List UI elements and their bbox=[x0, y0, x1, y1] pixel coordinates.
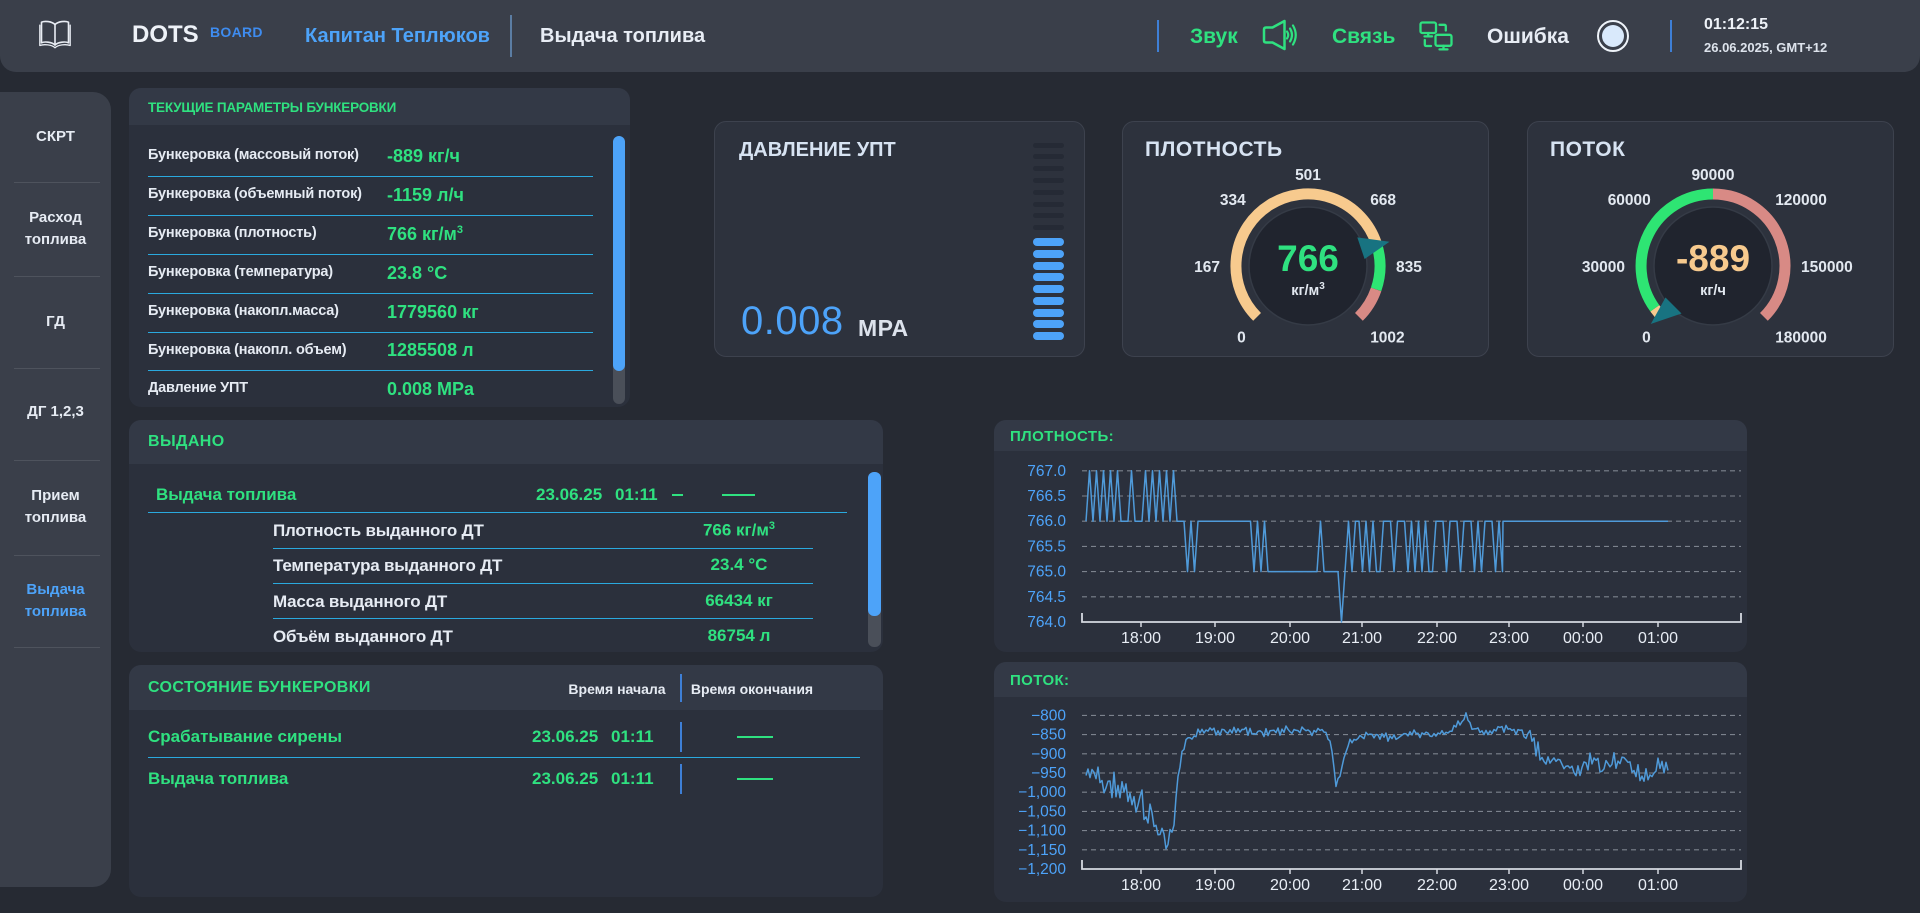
svg-text:−1,150: −1,150 bbox=[1018, 842, 1066, 859]
svg-text:150000: 150000 bbox=[1801, 259, 1853, 276]
svg-text:22:00: 22:00 bbox=[1417, 630, 1457, 647]
svg-text:18:00: 18:00 bbox=[1121, 877, 1161, 894]
svg-text:0: 0 bbox=[1237, 329, 1246, 346]
svg-text:120000: 120000 bbox=[1775, 192, 1827, 209]
svg-text:18:00: 18:00 bbox=[1121, 630, 1161, 647]
svg-text:766.0: 766.0 bbox=[1027, 513, 1066, 530]
svg-text:20:00: 20:00 bbox=[1270, 630, 1310, 647]
svg-text:0: 0 bbox=[1642, 329, 1651, 346]
svg-text:23:00: 23:00 bbox=[1489, 877, 1529, 894]
svg-text:22:00: 22:00 bbox=[1417, 877, 1457, 894]
svg-text:180000: 180000 bbox=[1775, 329, 1827, 346]
svg-text:765.0: 765.0 bbox=[1027, 564, 1066, 581]
svg-text:835: 835 bbox=[1396, 259, 1422, 276]
svg-text:−1,000: −1,000 bbox=[1018, 784, 1066, 801]
svg-text:60000: 60000 bbox=[1608, 192, 1651, 209]
svg-text:167: 167 bbox=[1194, 259, 1220, 276]
svg-text:−1,050: −1,050 bbox=[1018, 803, 1066, 820]
svg-text:00:00: 00:00 bbox=[1563, 877, 1603, 894]
svg-text:00:00: 00:00 bbox=[1563, 630, 1603, 647]
svg-text:30000: 30000 bbox=[1582, 259, 1625, 276]
svg-text:766: 766 bbox=[1277, 238, 1339, 279]
svg-text:−850: −850 bbox=[1031, 727, 1066, 744]
svg-text:19:00: 19:00 bbox=[1195, 630, 1235, 647]
svg-text:766.5: 766.5 bbox=[1027, 488, 1066, 505]
svg-text:−950: −950 bbox=[1031, 765, 1066, 782]
svg-text:-889: -889 bbox=[1676, 238, 1750, 279]
svg-text:19:00: 19:00 bbox=[1195, 877, 1235, 894]
svg-text:ПОТОК: ПОТОК bbox=[1550, 138, 1625, 161]
svg-text:21:00: 21:00 bbox=[1342, 630, 1382, 647]
svg-text:−900: −900 bbox=[1031, 746, 1066, 763]
svg-text:765.5: 765.5 bbox=[1027, 538, 1066, 555]
svg-text:−800: −800 bbox=[1031, 707, 1066, 724]
svg-text:01:00: 01:00 bbox=[1638, 630, 1678, 647]
svg-text:20:00: 20:00 bbox=[1270, 877, 1310, 894]
svg-text:ПЛОТНОСТЬ: ПЛОТНОСТЬ bbox=[1145, 138, 1283, 161]
svg-text:764.5: 764.5 bbox=[1027, 589, 1066, 606]
svg-text:764.0: 764.0 bbox=[1027, 614, 1066, 631]
svg-text:668: 668 bbox=[1370, 192, 1396, 209]
svg-text:кг/ч: кг/ч bbox=[1700, 283, 1726, 299]
svg-text:01:00: 01:00 bbox=[1638, 877, 1678, 894]
svg-text:767.0: 767.0 bbox=[1027, 463, 1066, 480]
svg-text:−1,200: −1,200 bbox=[1018, 861, 1066, 878]
svg-text:501: 501 bbox=[1295, 167, 1321, 184]
svg-text:334: 334 bbox=[1220, 192, 1246, 209]
svg-text:23:00: 23:00 bbox=[1489, 630, 1529, 647]
svg-text:90000: 90000 bbox=[1691, 167, 1734, 184]
svg-text:−1,100: −1,100 bbox=[1018, 823, 1066, 840]
svg-text:21:00: 21:00 bbox=[1342, 877, 1382, 894]
svg-text:1002: 1002 bbox=[1370, 329, 1404, 346]
